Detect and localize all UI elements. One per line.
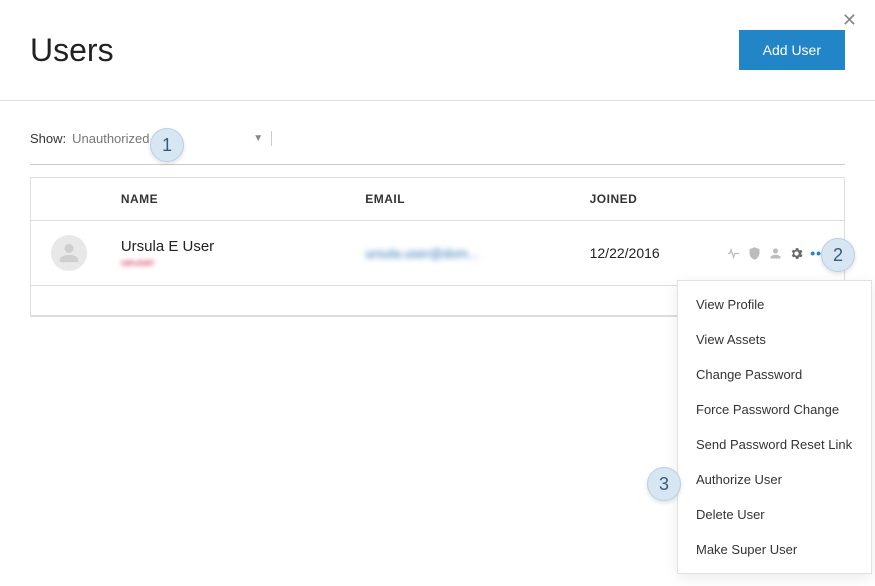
- callout-2: 2: [821, 238, 855, 272]
- activity-icon[interactable]: [726, 246, 741, 261]
- menu-view-profile[interactable]: View Profile: [678, 287, 871, 322]
- show-label: Show:: [30, 131, 66, 146]
- callout-1: 1: [150, 128, 184, 162]
- menu-force-password-change[interactable]: Force Password Change: [678, 392, 871, 427]
- filter-selected-value: Unauthorized: [72, 131, 149, 146]
- row-actions: •••: [724, 245, 828, 261]
- table-row: Ursula E User ueuser ursula.user@dom... …: [31, 221, 844, 286]
- menu-make-super-user[interactable]: Make Super User: [678, 532, 871, 567]
- menu-send-password-reset[interactable]: Send Password Reset Link: [678, 427, 871, 462]
- col-header-joined: JOINED: [590, 192, 725, 206]
- user-email: ursula.user@dom...: [365, 246, 479, 261]
- user-name: Ursula E User: [121, 238, 365, 255]
- col-header-email: EMAIL: [365, 192, 589, 206]
- gear-icon[interactable]: [789, 246, 804, 261]
- person-icon[interactable]: [768, 246, 783, 261]
- page-title: Users: [30, 32, 114, 69]
- add-user-button[interactable]: Add User: [739, 30, 845, 70]
- callout-3: 3: [647, 467, 681, 501]
- row-actions-menu: View Profile View Assets Change Password…: [677, 280, 872, 574]
- menu-authorize-user[interactable]: Authorize User: [678, 462, 871, 497]
- menu-delete-user[interactable]: Delete User: [678, 497, 871, 532]
- avatar: [51, 235, 87, 271]
- shield-icon[interactable]: [747, 246, 762, 261]
- user-joined: 12/22/2016: [590, 245, 660, 261]
- page-header: Users Add User: [0, 0, 875, 100]
- menu-change-password[interactable]: Change Password: [678, 357, 871, 392]
- chevron-down-icon: ▼: [253, 133, 263, 144]
- col-header-name: NAME: [121, 192, 365, 206]
- table-header: NAME EMAIL JOINED: [31, 178, 844, 221]
- menu-view-assets[interactable]: View Assets: [678, 322, 871, 357]
- user-name-sub: ueuser: [121, 257, 365, 269]
- close-icon[interactable]: ✕: [842, 10, 857, 31]
